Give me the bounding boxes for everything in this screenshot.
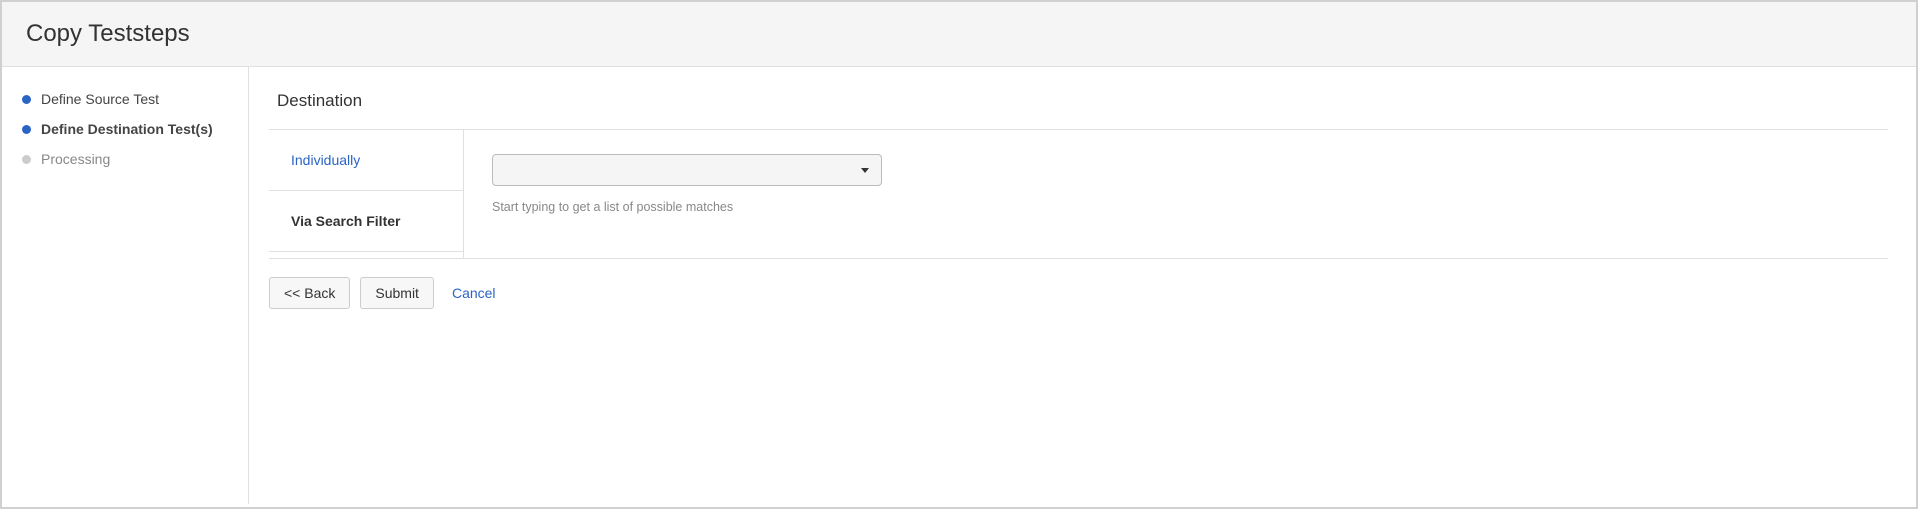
chevron-down-icon [861,168,869,173]
wizard-step-processing[interactable]: Processing [22,151,228,167]
page-title: Copy Teststeps [26,20,1892,48]
wizard-actions: << Back Submit Cancel [269,277,1888,309]
page-header: Copy Teststeps [2,2,1916,67]
destination-panel: Individually Via Search Filter Start typ… [269,129,1888,259]
wizard-step-source[interactable]: Define Source Test [22,91,228,107]
tab-individually[interactable]: Individually [269,130,463,191]
wizard-step-label: Processing [41,151,110,167]
wizard-step-label: Define Source Test [41,91,159,107]
destination-combobox[interactable] [492,154,882,186]
page-content: Define Source Test Define Destination Te… [2,67,1916,504]
submit-button[interactable]: Submit [360,277,434,309]
cancel-link[interactable]: Cancel [452,285,496,301]
wizard-step-destination[interactable]: Define Destination Test(s) [22,121,228,137]
step-dot-icon [22,95,31,104]
wizard-step-label: Define Destination Test(s) [41,121,213,137]
section-title: Destination [277,91,1888,111]
tab-label: Via Search Filter [291,213,400,229]
tab-label: Individually [291,152,360,168]
main-panel: Destination Individually Via Search Filt… [249,67,1916,504]
destination-form: Start typing to get a list of possible m… [464,130,1888,258]
combobox-hint: Start typing to get a list of possible m… [492,200,1860,214]
destination-tabs: Individually Via Search Filter [269,130,464,258]
wizard-steps-sidebar: Define Source Test Define Destination Te… [2,67,249,504]
step-dot-icon [22,125,31,134]
tab-via-search-filter[interactable]: Via Search Filter [269,191,463,252]
back-button[interactable]: << Back [269,277,350,309]
step-dot-icon [22,155,31,164]
